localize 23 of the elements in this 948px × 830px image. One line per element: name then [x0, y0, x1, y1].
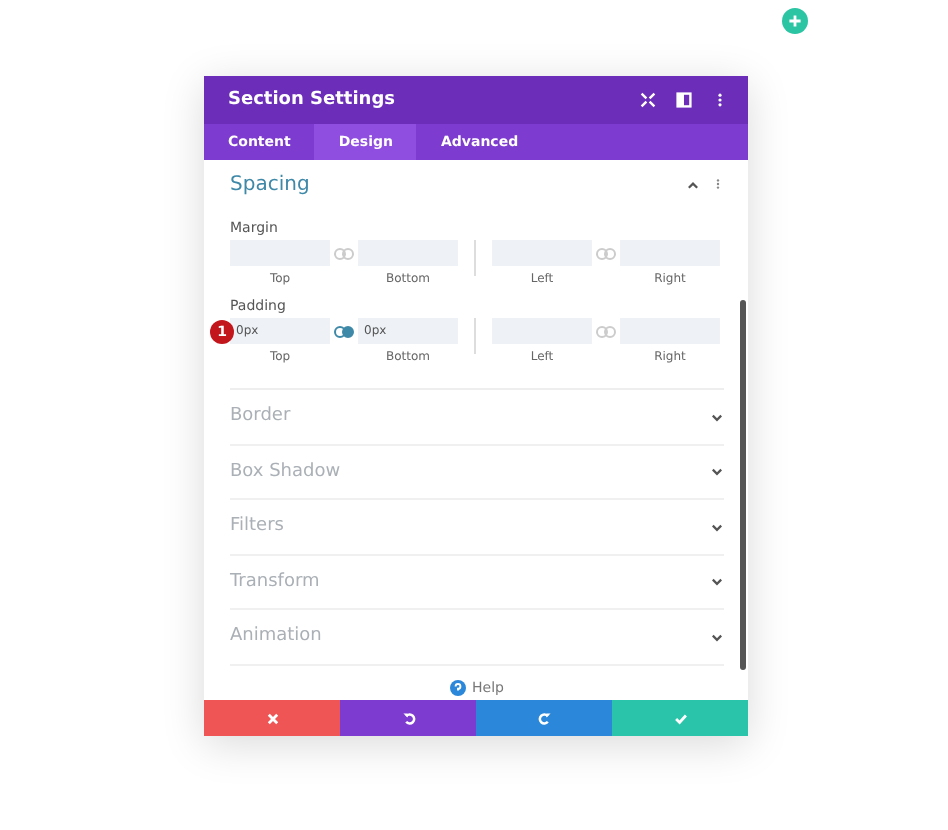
- plus-icon: [788, 14, 802, 28]
- scrollbar[interactable]: [740, 300, 746, 670]
- chevron-down-icon[interactable]: [710, 629, 724, 644]
- fullscreen-icon[interactable]: [640, 92, 656, 108]
- cancel-button[interactable]: [204, 700, 340, 736]
- redo-button[interactable]: [476, 700, 612, 736]
- redo-icon: [537, 711, 551, 725]
- window-title: Section Settings: [228, 90, 398, 110]
- add-button[interactable]: [782, 8, 808, 34]
- undo-icon: [401, 711, 415, 725]
- section-title: Spacing: [230, 173, 312, 195]
- chevron-up-icon[interactable]: [686, 177, 700, 191]
- sidebar-icon[interactable]: [676, 92, 692, 108]
- help-icon[interactable]: [450, 679, 467, 695]
- check-icon: [673, 711, 687, 725]
- chevron-down-icon[interactable]: [710, 574, 724, 589]
- save-button[interactable]: [612, 700, 748, 736]
- chevron-down-icon[interactable]: [710, 464, 724, 479]
- chevron-down-icon[interactable]: [710, 409, 724, 424]
- link-icon[interactable]: [334, 326, 354, 338]
- close-icon: [265, 711, 279, 725]
- chevron-down-icon[interactable]: [710, 519, 724, 534]
- more-icon[interactable]: [712, 178, 724, 190]
